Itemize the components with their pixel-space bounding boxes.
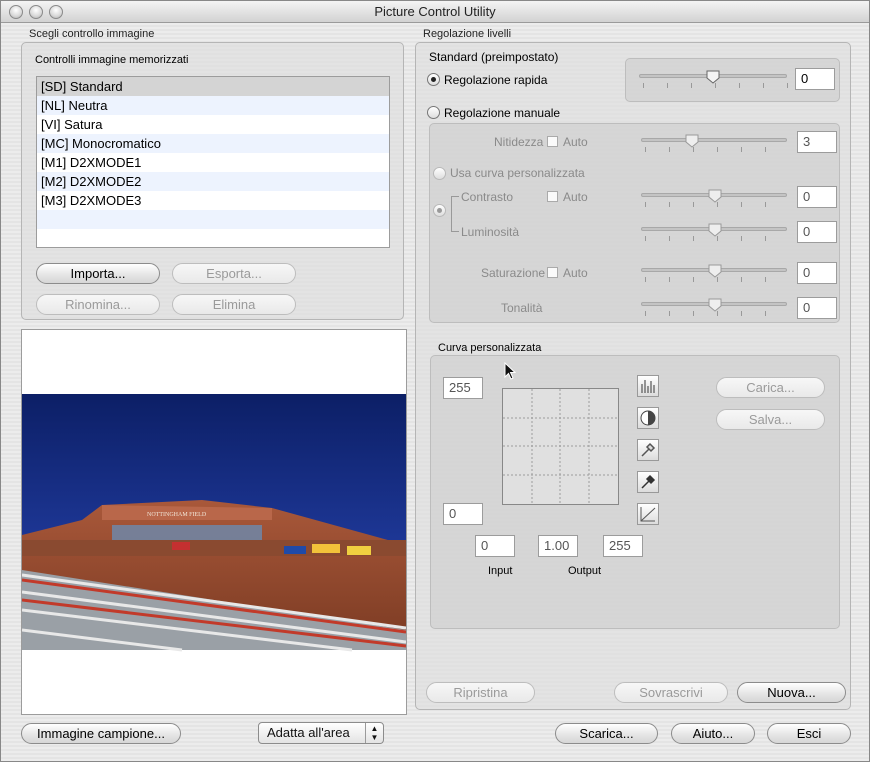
download-button[interactable]: Scarica... — [555, 723, 658, 744]
list-item[interactable]: [VI] Satura — [37, 115, 389, 134]
saturation-slider-thumb[interactable] — [708, 264, 722, 278]
curve-bottom-value[interactable]: 0 — [443, 503, 483, 525]
export-button[interactable]: Esporta... — [172, 263, 296, 284]
sharpness-slider-thumb[interactable] — [685, 134, 699, 148]
saturation-label: Saturazione — [481, 266, 546, 280]
brightness-label: Luminosità — [461, 225, 520, 239]
hue-label: Tonalità — [501, 301, 543, 315]
quick-adjust-label: Regolazione rapida — [444, 73, 548, 87]
app-window: Picture Control Utility Scegli controllo… — [0, 0, 870, 762]
input-label: Input — [488, 565, 513, 577]
saturation-value[interactable]: 0 — [797, 262, 837, 284]
custom-curve-label: Usa curva personalizzata — [450, 166, 585, 180]
saturation-auto-label: Auto — [563, 266, 588, 280]
base-picture-control-name: Standard (preimpostato) — [429, 50, 559, 64]
sharpness-slider[interactable] — [641, 138, 787, 142]
contrast-auto-label: Auto — [563, 190, 588, 204]
sample-photo: NOTTINGHAM FIELD — [21, 394, 407, 652]
input-min-value[interactable]: 0 — [475, 535, 515, 557]
fit-to-area-popup[interactable]: Adatta all'area ▲ ▼ — [258, 722, 384, 744]
up-down-arrows-icon: ▲ ▼ — [365, 723, 383, 743]
hue-value[interactable]: 0 — [797, 297, 837, 319]
quick-adjust-slider-thumb[interactable] — [706, 70, 720, 84]
hue-slider-thumb[interactable] — [708, 298, 722, 312]
right-section-title: Regolazione livelli — [423, 28, 512, 40]
quick-adjust-radio[interactable] — [427, 73, 440, 86]
list-item[interactable]: [NL] Neutra — [37, 96, 389, 115]
sharpness-auto-label: Auto — [563, 135, 588, 149]
delete-button[interactable]: Elimina — [172, 294, 296, 315]
manual-adjust-radio[interactable] — [427, 106, 440, 119]
contrast-circle-icon[interactable] — [637, 407, 659, 429]
output-max-value[interactable]: 255 — [603, 535, 643, 557]
list-item[interactable]: [M2] D2XMODE2 — [37, 172, 389, 191]
sample-image-button[interactable]: Immagine campione... — [21, 723, 181, 744]
load-curve-button[interactable]: Carica... — [716, 377, 825, 398]
help-button[interactable]: Aiuto... — [671, 723, 755, 744]
rename-button[interactable]: Rinomina... — [36, 294, 160, 315]
list-item[interactable]: [SD] Standard — [37, 77, 389, 96]
manual-adjust-label: Regolazione manuale — [444, 106, 561, 120]
sharpness-label: Nitidezza — [494, 135, 544, 149]
close-window-icon[interactable] — [9, 5, 23, 19]
contrast-slider-thumb[interactable] — [708, 189, 722, 203]
contrast-brightness-radio[interactable] — [433, 204, 446, 217]
list-item[interactable]: [MC] Monocromatico — [37, 134, 389, 153]
stadium-sign-text: NOTTINGHAM FIELD — [147, 512, 207, 518]
overwrite-button[interactable]: Sovrascrivi — [614, 682, 728, 703]
mouse-cursor-icon — [504, 362, 516, 380]
manual-adjust-box — [429, 123, 840, 323]
title-bar: Picture Control Utility — [1, 1, 869, 23]
list-item[interactable]: [M3] D2XMODE3 — [37, 191, 389, 210]
picture-control-list[interactable]: [SD] Standard [NL] Neutra [VI] Satura [M… — [36, 76, 390, 248]
import-button[interactable]: Importa... — [36, 263, 160, 284]
bracket — [451, 196, 459, 232]
contrast-value[interactable]: 0 — [797, 186, 837, 208]
save-curve-button[interactable]: Salva... — [716, 409, 825, 430]
window-title: Picture Control Utility — [374, 4, 496, 19]
minimize-window-icon[interactable] — [29, 5, 43, 19]
eyedropper-black-icon[interactable] — [637, 471, 659, 493]
output-label: Output — [568, 565, 602, 577]
quick-adjust-value[interactable]: 0 — [795, 68, 835, 90]
sample-image-frame: NOTTINGHAM FIELD — [21, 329, 407, 715]
gamma-value[interactable]: 1.00 — [538, 535, 578, 557]
new-button[interactable]: Nuova... — [737, 682, 846, 703]
list-item[interactable]: [M1] D2XMODE1 — [37, 153, 389, 172]
slider-ticks — [645, 147, 787, 152]
left-section-title: Scegli controllo immagine — [29, 28, 155, 40]
contrast-auto-checkbox[interactable] — [547, 191, 558, 202]
stored-controls-title: Controlli immagine memorizzati — [35, 54, 189, 66]
custom-curve-title: Curva personalizzata — [438, 342, 542, 354]
list-item-empty — [37, 210, 389, 229]
eyedropper-white-icon[interactable] — [637, 439, 659, 461]
custom-curve-radio[interactable] — [433, 167, 446, 180]
contrast-label: Contrasto — [461, 190, 514, 204]
zoom-window-icon[interactable] — [49, 5, 63, 19]
brightness-value[interactable]: 0 — [797, 221, 837, 243]
curve-top-value[interactable]: 255 — [443, 377, 483, 399]
curve-graph[interactable] — [502, 388, 619, 505]
sharpness-value[interactable]: 3 — [797, 131, 837, 153]
sharpness-auto-checkbox[interactable] — [547, 136, 558, 147]
reset-button[interactable]: Ripristina — [426, 682, 535, 703]
exit-button[interactable]: Esci — [767, 723, 851, 744]
linear-curve-icon[interactable] — [637, 503, 659, 525]
saturation-auto-checkbox[interactable] — [547, 267, 558, 278]
histogram-icon[interactable] — [637, 375, 659, 397]
brightness-slider-thumb[interactable] — [708, 223, 722, 237]
fit-to-area-value: Adatta all'area — [267, 725, 350, 740]
curve-grid — [503, 389, 618, 504]
